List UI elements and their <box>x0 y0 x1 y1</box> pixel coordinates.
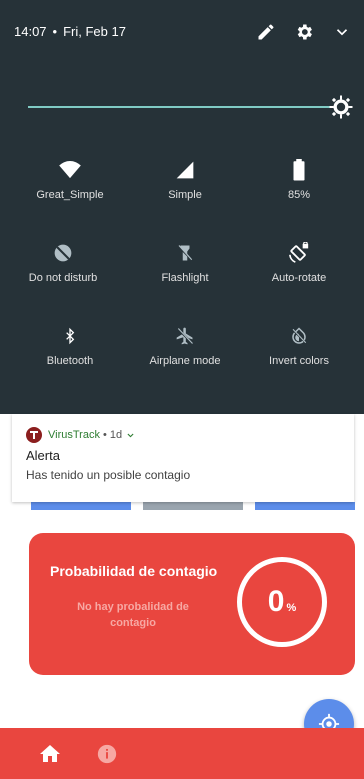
brightness-slider[interactable] <box>28 106 333 108</box>
tile-label: Auto-rotate <box>271 272 327 284</box>
tile-label: Simple <box>168 189 202 201</box>
status-separator: • <box>52 24 58 39</box>
peek-button-2 <box>143 502 243 510</box>
chevron-down-icon[interactable] <box>126 431 135 440</box>
invert-colors-icon <box>287 324 311 348</box>
bottom-navigation <box>0 728 364 779</box>
auto-rotate-icon <box>287 241 311 265</box>
brightness-icon[interactable] <box>328 94 354 120</box>
quick-settings-panel: 14:07 • Fri, Feb 17 Great_Simple Simple … <box>0 0 364 414</box>
edit-icon[interactable] <box>254 20 278 44</box>
wifi-icon <box>58 158 82 182</box>
probability-title: Probabilidad de contagio <box>50 563 218 579</box>
probability-value: 0 <box>267 585 285 618</box>
probability-unit: % <box>286 602 297 614</box>
tile-label: Great_Simple <box>36 189 104 201</box>
probability-card: Probabilidad de contagio No hay probalid… <box>29 533 355 675</box>
virustrack-app-icon <box>26 427 42 443</box>
notification-separator: • <box>102 429 107 441</box>
cellular-signal-icon <box>173 158 197 182</box>
tile-bluetooth[interactable]: Bluetooth <box>15 324 125 378</box>
tile-invert-colors[interactable]: Invert colors <box>244 324 354 378</box>
notification-age: 1d <box>109 429 123 441</box>
battery-icon <box>287 158 311 182</box>
peek-button-3 <box>255 502 355 510</box>
tile-do-not-disturb[interactable]: Do not disturb <box>8 241 118 295</box>
expand-icon[interactable] <box>330 20 354 44</box>
home-icon[interactable] <box>36 740 64 768</box>
airplane-icon <box>173 324 197 348</box>
status-bar: 14:07 • Fri, Feb 17 <box>0 0 364 64</box>
notification-title: Alerta <box>26 448 60 463</box>
probability-ring: 0 % <box>237 557 327 647</box>
tile-battery[interactable]: 85% <box>244 158 354 212</box>
notification-header: VirusTrack • 1d <box>26 427 135 443</box>
tile-flashlight[interactable]: Flashlight <box>130 241 240 295</box>
tile-label: Bluetooth <box>46 355 94 367</box>
tile-label: Airplane mode <box>149 355 221 367</box>
tile-airplane-mode[interactable]: Airplane mode <box>130 324 240 378</box>
tile-label: 85% <box>287 189 311 201</box>
tile-label: Invert colors <box>269 355 329 367</box>
status-time: 14:07 <box>14 24 47 39</box>
tile-auto-rotate[interactable]: Auto-rotate <box>244 241 354 295</box>
status-datetime: 14:07 • Fri, Feb 17 <box>14 24 126 39</box>
do-not-disturb-icon <box>51 241 75 265</box>
flashlight-icon <box>173 241 197 265</box>
notification-app-name: VirusTrack <box>48 429 100 441</box>
status-date: Fri, Feb 17 <box>63 24 126 39</box>
peek-button-1 <box>31 502 131 510</box>
tile-wifi[interactable]: Great_Simple <box>15 158 125 212</box>
notification-body: Has tenido un posible contagio <box>26 468 191 482</box>
probability-subtitle: No hay probalidad de contagio <box>77 601 189 629</box>
tile-label: Do not disturb <box>28 272 98 284</box>
info-icon[interactable] <box>93 740 121 768</box>
settings-icon[interactable] <box>292 20 316 44</box>
notification-card[interactable]: VirusTrack • 1d Alerta Has tenido un pos… <box>12 414 354 502</box>
tile-cellular[interactable]: Simple <box>130 158 240 212</box>
tile-label: Flashlight <box>161 272 209 284</box>
bluetooth-icon <box>58 324 82 348</box>
